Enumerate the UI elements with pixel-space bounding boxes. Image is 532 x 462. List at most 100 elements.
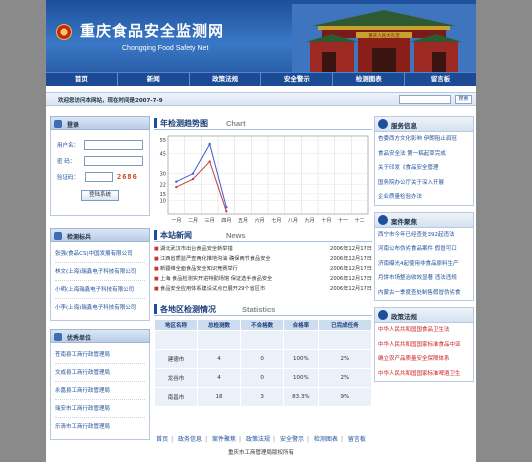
- table-cell: 2%: [317, 368, 373, 388]
- username-field[interactable]: [83, 140, 143, 150]
- news-link[interactable]: 上海 食品检测实开进特勤场馆 保证选手食品安全: [160, 274, 320, 284]
- news-date: 2006年12月17日: [330, 286, 372, 292]
- news-date: 2006年12月17日: [330, 246, 372, 252]
- list-item[interactable]: 文成县工商行政管理局: [55, 364, 145, 382]
- list-item[interactable]: 杏委西方文化影响 伊朗阻止泗冠: [375, 132, 473, 147]
- list-item[interactable]: 食品安全法 第一稿起草完成: [375, 147, 473, 162]
- table-cell: 18: [197, 387, 242, 407]
- footer-links: 首页 | 政务信息 | 案件聚焦 | 政策法规 | 安全警示 | 检测图表 | 留言板: [156, 436, 366, 443]
- list-item[interactable]: 西宁市今年已经查处392起违法: [375, 228, 473, 243]
- list-item[interactable]: 小李(上海)瑞鑫电子科技有限公司: [55, 299, 145, 317]
- nav-guestbook[interactable]: 留言板: [405, 73, 476, 86]
- news-link[interactable]: 江西省质监严查两化推地沟油 确保两节食品安全: [160, 254, 320, 264]
- service-info-list: 杏委西方文化影响 伊朗阻止泗冠 食品安全法 第一稿起草完成 关于印发《食品安全管…: [375, 132, 473, 205]
- captcha-field[interactable]: [85, 172, 113, 182]
- list-item[interactable]: 中华人民共和国国食品卫生法: [375, 323, 473, 338]
- news-row[interactable]: ■ 湖北武汉市出台食品安全新举措 2006年12月17日: [154, 244, 372, 254]
- x-tick-label: 三月: [205, 218, 215, 224]
- laws-title: 政策法规: [391, 313, 417, 321]
- x-tick-label: 八月: [288, 218, 298, 224]
- list-item[interactable]: 月饼市场整治收效显著 违法违规: [375, 271, 473, 286]
- trend-chart-svg: 1015 22 30 45 55 一月 二月 三月 四月 五月 六月 七月 八月 九月 十月 十一 十二: [160, 135, 369, 224]
- list-item[interactable]: 张强(食品CS)中国发展有限公司: [55, 245, 145, 263]
- center-column: 年检测趋势图 Chart 10 15 22 30 45 55 一月 二月 三月 四月 五月 六月 七月八…: [153, 116, 373, 407]
- table-cell: 建德市: [153, 349, 199, 369]
- list-item[interactable]: 关于印发《食品安全管理: [375, 161, 473, 176]
- news-link[interactable]: 湖北武汉市出台食品安全新举措: [160, 244, 320, 254]
- units-header: 优秀单位: [50, 329, 150, 343]
- units-list: 苍南县工商行政管理局 文成县工商行政管理局 永嘉县工商行政管理局 瑞安市工商行政…: [50, 343, 150, 440]
- y-tick-label: 15: [160, 192, 166, 198]
- login-form: 用户名： 密 码： 验证码： 2686 登陆系统: [50, 130, 150, 216]
- standards-list: 张强(食品CS)中国发展有限公司 林文(上海)瑞鑫电子科技有限公司 小明(上海瑞…: [50, 242, 150, 321]
- table-cell: 9%: [317, 387, 373, 407]
- cases-title: 案件聚焦: [391, 217, 417, 226]
- table-header: 已完成任务: [317, 319, 373, 331]
- laws-panel: 政策法规 中华人民共和国国食品卫生法 中华人民共和国国家标准食品中亚 确立农产品…: [374, 307, 474, 382]
- footer-link[interactable]: 政务信息: [178, 436, 202, 443]
- y-tick-label: 30: [160, 172, 166, 178]
- login-button[interactable]: 登陆系统: [81, 190, 119, 201]
- list-item[interactable]: 内蒙古一季度查处制售假冒伪劣食: [375, 286, 473, 301]
- news-link[interactable]: 食品安全应用体系建设试点已展开29个省区市: [160, 284, 320, 294]
- news-date: 2006年12月17日: [330, 266, 372, 272]
- trend-chart: 10 15 22 30 45 55 一月 二月 三月 四月 五月 六月 七月 八月 九月 十月 十一 十二: [154, 130, 372, 228]
- table-cell: 南昌市: [153, 387, 199, 407]
- welcome-text: 欢迎您访问本网站，现在时间是2007-7-9: [58, 98, 163, 104]
- x-tick-label: 七月: [271, 217, 281, 224]
- list-item[interactable]: 企业质量检验办法: [375, 190, 473, 205]
- news-row[interactable]: ■ 江西省质监严查两化推地沟油 确保两节食品安全 2006年12月17日: [154, 254, 372, 264]
- gate-image: 重庆人民大礼堂: [292, 4, 476, 72]
- table-cell: [240, 330, 285, 350]
- list-item[interactable]: 林文(上海)瑞鑫电子科技有限公司: [55, 263, 145, 281]
- list-item[interactable]: 国务院办公厅关于深入开展: [375, 176, 473, 191]
- news-row[interactable]: ■ 食品安全应用体系建设试点已展开29个省区市 2006年12月17日: [154, 284, 372, 294]
- news-section-header: 本站新闻 News: [154, 228, 372, 242]
- list-item[interactable]: 永嘉县工商行政管理局: [55, 382, 145, 400]
- footer-link[interactable]: 案件聚焦: [212, 436, 236, 443]
- news-date: 2006年12月17日: [330, 276, 372, 282]
- footer-link[interactable]: 留言板: [348, 436, 366, 443]
- news-title-en: News: [226, 231, 246, 240]
- captcha-image: 2686: [117, 173, 138, 181]
- service-info-header: 服务信息: [375, 117, 473, 132]
- nav-home[interactable]: 首页: [46, 73, 118, 86]
- nav-charts[interactable]: 检测图表: [333, 73, 406, 86]
- case-icon: [378, 214, 388, 225]
- list-item[interactable]: 中华人民共和国国家标准啤酒卫生: [375, 367, 473, 382]
- nav-policy[interactable]: 政策法规: [190, 73, 262, 86]
- search-input[interactable]: [399, 95, 451, 104]
- footer-link[interactable]: 安全警示: [280, 436, 304, 443]
- table-cell: [153, 330, 199, 350]
- news-row[interactable]: ■ 新疆维全面食品安全知识竞赛举行 2006年12月17日: [154, 264, 372, 274]
- news-row[interactable]: ■ 上海 食品检测实开进特勤场馆 保证选手食品安全 2006年12月17日: [154, 274, 372, 284]
- list-item[interactable]: 中华人民共和国国家标准食品中亚: [375, 338, 473, 353]
- password-field[interactable]: [83, 156, 143, 166]
- nav-warnings[interactable]: 安全警示: [261, 73, 334, 86]
- x-tick-label: 六月: [255, 217, 265, 224]
- list-item[interactable]: 小明(上海瑞鑫电子科技有限公司: [55, 281, 145, 299]
- list-item[interactable]: 确立农产品质量安全保障体系: [375, 352, 473, 367]
- table-cell: 83.3%: [283, 387, 319, 407]
- footer-link[interactable]: 政策法规: [246, 436, 270, 443]
- footer-link[interactable]: 首页: [156, 436, 168, 443]
- search-button[interactable]: 搜索: [455, 95, 472, 104]
- main-nav: 首页 新闻 政策法规 安全警示 检测图表 留言板: [46, 72, 476, 86]
- chart-title-en: Chart: [226, 119, 246, 128]
- table-header: 不合格数: [240, 319, 285, 331]
- site-subtitle: Chongqing Food Safety Net: [122, 45, 209, 52]
- list-item[interactable]: 河南公布伪劣食品案件 假冒可口: [375, 242, 473, 257]
- footer-link[interactable]: 检测图表: [314, 436, 338, 443]
- table-header: 合格率: [283, 319, 319, 331]
- login-title: 登录: [67, 122, 80, 129]
- news-link[interactable]: 新疆维全面食品安全知识竞赛举行: [160, 264, 320, 274]
- nav-news[interactable]: 新闻: [118, 73, 190, 86]
- y-tick-label: 10: [160, 199, 166, 205]
- list-item[interactable]: 济南曝光4起使用非食品原料生产: [375, 257, 473, 272]
- standards-header: 检测标兵: [50, 228, 150, 242]
- data-point: [208, 142, 211, 146]
- table-cell: 3: [240, 387, 285, 407]
- list-item[interactable]: 瑞安市工商行政管理局: [55, 400, 145, 418]
- stats-table: 地区名称 总检测数 不合格数 合格率 已完成任务 建德市 4 0 100% 2%…: [153, 319, 373, 407]
- list-item[interactable]: 苍南县工商行政管理局: [55, 346, 145, 364]
